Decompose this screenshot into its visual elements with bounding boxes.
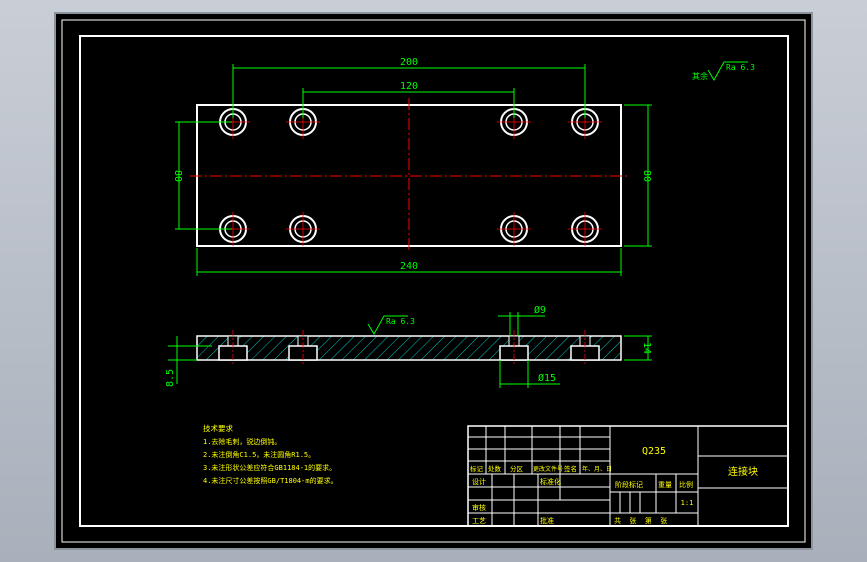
dim-hole-span-inner-text: 120 (400, 81, 418, 92)
revision-label: 签名 (564, 464, 577, 473)
part-name-text: 连接块 (728, 465, 758, 478)
dim-small-hole-text: Ø9 (534, 304, 546, 316)
sheet-text: 共 张 第 张 (614, 516, 667, 525)
section-roughness-text: Ra 6.3 (386, 317, 415, 326)
corner-roughness-label: 其余 (692, 71, 708, 81)
revision-label: 处数 (488, 464, 502, 473)
scale-label: 比例 (679, 480, 693, 489)
scale-value: 1:1 (681, 499, 694, 507)
cad-drawing: 240 200 120 80 80 其余 Ra 6.3 Ra 6.3 14 8.… (54, 12, 813, 550)
tech-note-line: 3.未注形状公差应符合GB1184-1的要求。 (203, 463, 336, 472)
tech-note-line: 2.未注倒角C1.5，未注圆角R1.5。 (203, 450, 315, 459)
revision-label: 年、月、日 (582, 465, 612, 473)
dim-height-right-text: 80 (641, 170, 652, 182)
process-label: 工艺 (472, 517, 486, 525)
stage-label: 阶段标记 (615, 480, 643, 489)
standard-label: 标准化 (540, 477, 561, 486)
revision-label: 标记 (470, 464, 484, 473)
dim-overall-length-text: 240 (400, 261, 418, 272)
tech-notes-title: 技术要求 (203, 423, 233, 433)
corner-roughness-value: Ra 6.3 (726, 63, 755, 72)
dim-hole-span-outer-text: 200 (400, 57, 418, 68)
review-label: 审核 (472, 503, 486, 512)
dim-counterbore-dia-text: Ø15 (538, 372, 556, 384)
dim-thickness-text: 14 (641, 342, 652, 354)
dim-counterbore-depth-text: 8.5 (165, 369, 176, 387)
tech-note-line: 1.去除毛刺，锐边倒钝。 (203, 437, 281, 446)
dim-height-left-text: 80 (172, 170, 183, 182)
section-outline (196, 335, 622, 361)
weight-label: 重量 (658, 481, 672, 489)
approve-label: 批准 (540, 516, 554, 525)
design-label: 设计 (472, 477, 486, 486)
revision-label: 分区 (510, 464, 524, 473)
tech-note-line: 4.未注尺寸公差按照GB/T1804-m的要求。 (203, 476, 338, 485)
revision-label: 更改文件号 (533, 465, 563, 473)
material-text: Q235 (642, 446, 666, 457)
